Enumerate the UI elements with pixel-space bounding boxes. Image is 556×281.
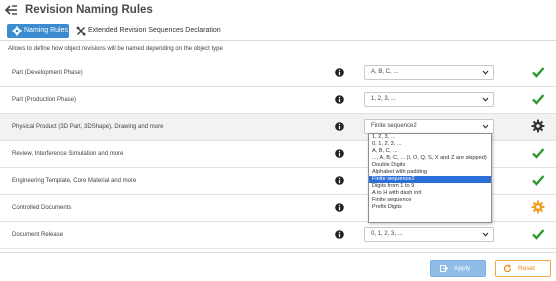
dropdown-option[interactable]: 0, 1, 2, 3, ...: [369, 141, 491, 148]
info-icon[interactable]: [335, 122, 344, 131]
chevron-down-icon: [482, 70, 489, 75]
row-label: Controlled Documents: [12, 205, 72, 211]
dropdown-option[interactable]: 1, 2, 3, ...: [369, 134, 491, 141]
apply-label: Apply: [454, 265, 471, 272]
row-label: Part (Development Phase): [12, 70, 83, 76]
tab-naming-rules-label: Naming Rules: [24, 27, 68, 34]
page-description: Allows to define how object revisions wi…: [8, 46, 223, 52]
tab-naming-rules[interactable]: Naming Rules: [7, 24, 69, 38]
sequence-select-value: Finite sequence2: [371, 123, 417, 129]
dropdown-option[interactable]: Prefix Digits: [369, 204, 491, 211]
sequence-select[interactable]: 0, 1, 2, 3, ...: [364, 227, 494, 242]
sequence-select[interactable]: Finite sequence2: [364, 119, 494, 134]
tab-extended-sequences[interactable]: Extended Revision Sequences Declaration: [76, 24, 221, 38]
chevron-down-icon: [482, 232, 489, 237]
page-header: Revision Naming Rules: [0, 0, 556, 23]
tools-icon: [76, 26, 86, 36]
check-icon: [532, 67, 545, 78]
back-arrow-icon[interactable]: [4, 3, 18, 17]
info-icon[interactable]: [335, 176, 344, 185]
tab-extended-label: Extended Revision Sequences Declaration: [88, 27, 221, 34]
table-row: Part (Development Phase) A, B, C, ...: [0, 60, 556, 87]
info-icon[interactable]: [335, 230, 344, 239]
row-label: Document Release: [12, 232, 64, 238]
dropdown-option[interactable]: ..., A, B, C, ... (I, O, Q, S, X and Z a…: [369, 155, 491, 162]
info-icon[interactable]: [335, 95, 344, 104]
chevron-down-icon: [482, 124, 489, 129]
row-label: Review, Interference Simulation and more: [12, 151, 124, 157]
info-icon[interactable]: [335, 68, 344, 77]
sequence-select-value: A, B, C, ...: [371, 69, 399, 75]
sequence-select[interactable]: A, B, C, ...: [364, 65, 494, 80]
info-icon[interactable]: [335, 203, 344, 212]
gear-icon[interactable]: [531, 119, 545, 133]
apply-icon: [440, 265, 448, 272]
row-label: Engineering Template, Core Material and …: [12, 178, 137, 184]
table-row: Part (Production Phase) 1, 2, 3, ...: [0, 87, 556, 114]
dropdown-option[interactable]: Finite sequence: [369, 197, 491, 204]
reset-label: Reset: [518, 265, 535, 272]
check-icon: [532, 175, 545, 186]
table-row: Document Release 0, 1, 2, 3, ...: [0, 222, 556, 249]
gear-icon: [12, 26, 22, 36]
info-icon[interactable]: [335, 149, 344, 158]
warning-gear-icon[interactable]: [531, 200, 545, 214]
sequence-select-value: 0, 1, 2, 3, ...: [371, 231, 403, 237]
check-icon: [532, 148, 545, 159]
dropdown-option[interactable]: A to H with dash init: [369, 190, 491, 197]
tab-bar: Naming Rules Extended Revision Sequences…: [0, 23, 556, 41]
footer-bar: Apply Reset: [0, 252, 556, 281]
page-title: Revision Naming Rules: [25, 4, 153, 16]
row-label: Part (Production Phase): [12, 97, 77, 103]
apply-button[interactable]: Apply: [430, 260, 486, 277]
row-label: Physical Product (3D Part, 3DShape), Dra…: [12, 124, 164, 130]
dropdown-option-selected[interactable]: Finite sequence2: [369, 176, 491, 183]
dropdown-option[interactable]: Double Digits: [369, 162, 491, 169]
dropdown-option[interactable]: A, B, C, ...: [369, 148, 491, 155]
dropdown-option[interactable]: Digits from 1 to 9: [369, 183, 491, 190]
check-icon: [532, 94, 545, 105]
sequence-select-value: 1, 2, 3, ...: [371, 96, 397, 102]
refresh-icon: [503, 264, 512, 273]
chevron-down-icon: [482, 97, 489, 102]
sequence-dropdown-list: 1, 2, 3, ... 0, 1, 2, 3, ... A, B, C, ..…: [368, 133, 492, 223]
sequence-select[interactable]: 1, 2, 3, ...: [364, 92, 494, 107]
reset-button[interactable]: Reset: [495, 260, 551, 277]
check-icon: [532, 229, 545, 240]
dropdown-option[interactable]: Alphabet with padding: [369, 169, 491, 176]
